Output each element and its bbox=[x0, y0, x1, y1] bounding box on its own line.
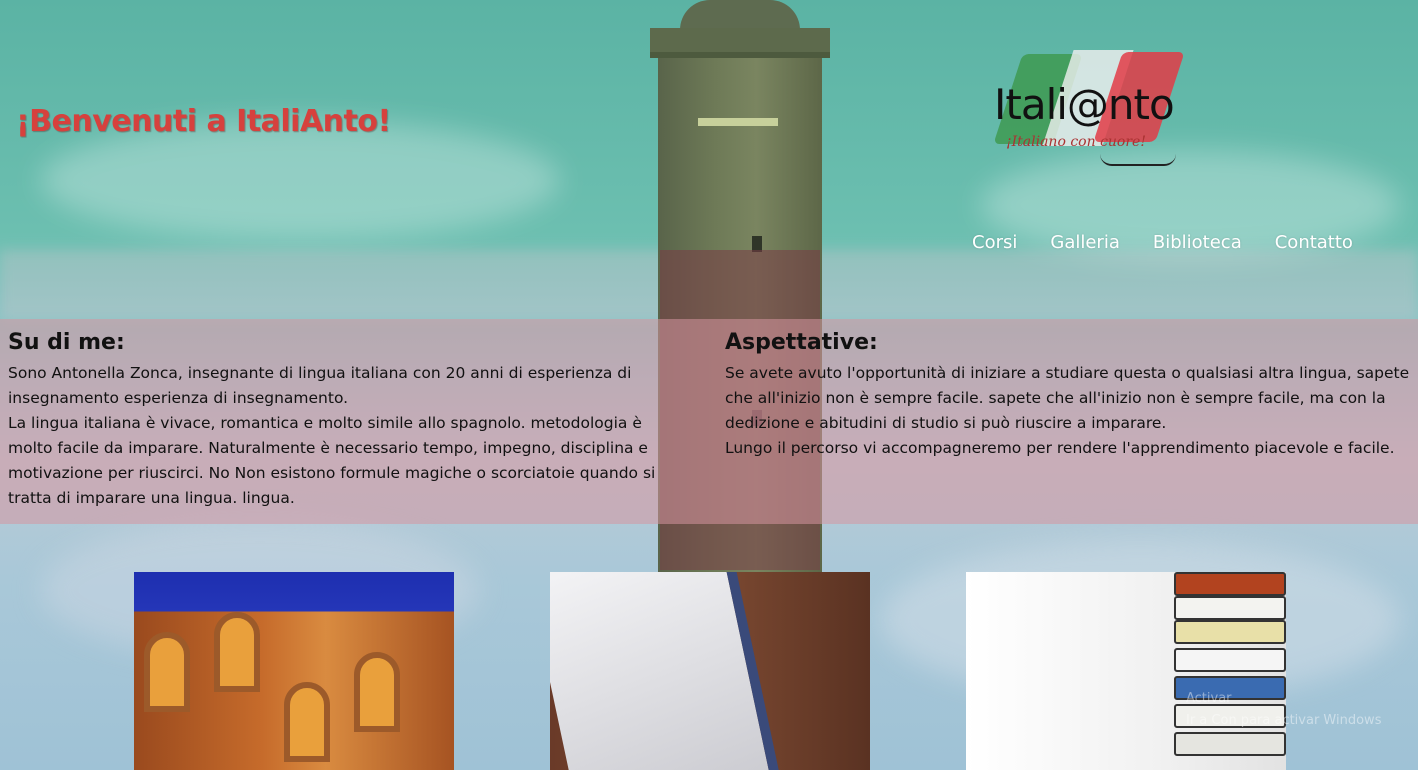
windows-activation-watermark: Activar Ir a Con para activar Windows bbox=[1186, 688, 1381, 732]
about-paragraph: Sono Antonella Zonca, insegnante di ling… bbox=[8, 364, 632, 407]
about-paragraph: La lingua italiana è vivace, romantica e… bbox=[8, 414, 656, 507]
expectations-paragraph: Se avete avuto l'opportunità di iniziare… bbox=[725, 364, 1410, 432]
expectations-section: Aspettative: Se avete avuto l'opportunit… bbox=[725, 330, 1410, 461]
expectations-paragraph: Lungo il percorso vi accompagneremo per … bbox=[725, 439, 1395, 457]
book bbox=[1174, 596, 1286, 620]
books-image-card[interactable] bbox=[966, 572, 1286, 770]
notebook-photo bbox=[550, 572, 784, 770]
watermark-line: Activar bbox=[1186, 691, 1232, 706]
expectations-title: Aspettative: bbox=[725, 330, 878, 355]
about-title: Su di me: bbox=[8, 330, 125, 355]
book bbox=[1174, 732, 1286, 756]
colosseum-arch bbox=[214, 612, 260, 692]
site-logo[interactable]: Itali@nto ¡Italiano con cuore! bbox=[990, 44, 1190, 174]
tower-top bbox=[680, 0, 800, 30]
watermark-line: Ir a Con para activar Windows bbox=[1186, 713, 1382, 728]
nav-item-contatto[interactable]: Contatto bbox=[1275, 232, 1353, 253]
nav-item-biblioteca[interactable]: Biblioteca bbox=[1153, 232, 1242, 253]
colosseum-arch bbox=[354, 652, 400, 732]
colosseum-arch bbox=[144, 632, 190, 712]
notebook-image-card[interactable] bbox=[550, 572, 870, 770]
nav-item-corsi[interactable]: Corsi bbox=[972, 232, 1017, 253]
book bbox=[1174, 572, 1286, 596]
colosseum-image-card[interactable] bbox=[134, 572, 454, 770]
book bbox=[1174, 620, 1286, 644]
main-nav: Corsi Galleria Biblioteca Contatto bbox=[972, 232, 1353, 253]
nav-item-galleria[interactable]: Galleria bbox=[1050, 232, 1120, 253]
logo-tagline: ¡Italiano con cuore! bbox=[1006, 134, 1146, 150]
tower-railing bbox=[650, 28, 830, 58]
book bbox=[1174, 648, 1286, 672]
welcome-heading: ¡Benvenuti a ItaliAnto! bbox=[16, 104, 391, 139]
tower-band bbox=[698, 118, 778, 126]
about-section: Su di me: Sono Antonella Zonca, insegnan… bbox=[8, 330, 678, 511]
logo-swoosh bbox=[1100, 154, 1176, 166]
colosseum-arch bbox=[284, 682, 330, 762]
logo-text: Itali@nto bbox=[994, 80, 1175, 129]
